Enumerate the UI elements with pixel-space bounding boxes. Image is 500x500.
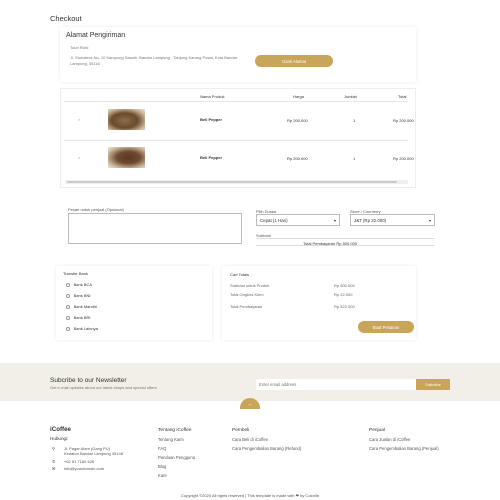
payment-option-bni[interactable]: Bank BNI xyxy=(66,293,91,298)
radio-icon[interactable] xyxy=(66,316,70,320)
subtotal-value: Total Pembayaran Rp 500.000 xyxy=(303,240,358,246)
footer-link[interactable]: Cara Beli di iCoffee xyxy=(232,437,268,442)
payment-option-other[interactable]: Bank Lainnya xyxy=(66,326,98,331)
footer-brand[interactable]: iCoffee xyxy=(50,426,71,433)
map-marker-icon: ⚲ xyxy=(52,446,55,451)
footer-col-title: Tentang iCoffee xyxy=(158,428,192,433)
footer-col-title: Pembeli xyxy=(232,428,250,433)
col-header-price: Harga xyxy=(293,94,304,99)
newsletter-title: Subcribe to our Newsletter xyxy=(50,377,127,384)
table-divider xyxy=(64,140,408,141)
totals-value: Rp 500.000 xyxy=(334,283,355,288)
product-qty[interactable]: 1 xyxy=(353,156,355,161)
product-total: Rp 200.000 xyxy=(393,156,414,161)
copyright-text: Copyright ©2020 All rights reserved | Th… xyxy=(181,493,319,498)
courier-select[interactable]: J&T (Rp 22.000) ▾ xyxy=(350,214,435,226)
newsletter-section: Subcribe to our Newsletter Get e-mail up… xyxy=(0,363,500,401)
address-title: Alamat Pengiriman xyxy=(66,32,126,39)
payment-card: Transfer Bank Bank BCA Bank BNI Bank Man… xyxy=(56,266,212,340)
newsletter-subtitle: Get e-mail updates about our latest shop… xyxy=(50,385,157,390)
payment-title: Transfer Bank xyxy=(63,271,88,276)
payment-option-bri[interactable]: Bank BRI xyxy=(66,315,91,320)
totals-label: Total Ongkos Kirim xyxy=(230,292,264,297)
product-name: Bell Pepper xyxy=(200,117,223,122)
footer-address: Jl. Pagar Alam (Gang PU) Kedaton Bandar … xyxy=(64,446,123,456)
note-textarea[interactable] xyxy=(68,213,242,244)
footer-col-title: Penjual xyxy=(369,428,386,433)
duration-select[interactable]: Cepat (1 Hari) ▾ xyxy=(256,214,340,226)
remove-item-icon[interactable]: × xyxy=(78,117,80,122)
footer-link[interactable]: Karir xyxy=(158,473,167,478)
product-total: Rp 200.000 xyxy=(393,118,414,123)
radio-icon[interactable] xyxy=(66,305,70,309)
scrollbar-thumb[interactable] xyxy=(67,181,397,183)
footer-link[interactable]: Cara Pengembalian Barang (Refund) xyxy=(232,446,301,451)
place-order-button[interactable]: Buat Pesanan xyxy=(358,321,414,333)
col-header-name: Nama Produk xyxy=(200,94,225,99)
footer-link[interactable]: Panduan Pengguna xyxy=(158,455,195,460)
note-label: Pesan untuk penjual (Opsional) xyxy=(68,207,124,212)
phone-icon: ✆ xyxy=(52,459,56,464)
cart-table-card xyxy=(60,88,416,188)
col-header-qty: Jumlah xyxy=(344,94,357,99)
duration-value: Cepat (1 Hari) xyxy=(260,217,288,223)
contact-title: Hubungi: xyxy=(50,436,69,441)
footer-link[interactable]: Tentang Kami xyxy=(158,437,184,442)
table-divider xyxy=(64,101,408,102)
radio-icon[interactable] xyxy=(66,294,70,298)
product-qty[interactable]: 1 xyxy=(353,118,355,123)
product-name: Bell Pepper xyxy=(200,155,223,160)
newsletter-email-input[interactable] xyxy=(256,379,416,390)
product-image xyxy=(108,147,145,168)
footer-link[interactable]: Cara Pengembalian Barang (Penjual) xyxy=(369,446,449,451)
mail-icon: ✉ xyxy=(52,466,56,471)
footer-link[interactable]: Cara Jualan di iCoffee xyxy=(369,437,410,442)
page-title: Checkout xyxy=(50,14,82,23)
footer-link[interactable]: Blog xyxy=(158,464,166,469)
payment-option-bca[interactable]: Bank BCA xyxy=(66,282,92,287)
product-price: Rp 200.000 xyxy=(287,118,308,123)
courier-value: J&T (Rp 22.000) xyxy=(354,217,387,223)
chevron-down-icon: ▾ xyxy=(333,217,336,223)
address-line: Jl. Sumatera No. 10 Kampung Sawah, Banda… xyxy=(70,55,238,66)
radio-icon[interactable] xyxy=(66,283,70,287)
payment-option-mandiri[interactable]: Bank Mandiri xyxy=(66,304,97,309)
address-name: Touri Rizki xyxy=(70,45,89,50)
product-image xyxy=(108,109,145,130)
col-header-total: Total xyxy=(398,94,407,99)
chevron-down-icon: ▾ xyxy=(428,217,431,223)
totals-label: Subtotal untuk Produk xyxy=(230,283,270,288)
totals-value: Rp 522.000 xyxy=(334,304,355,309)
product-price: Rp 200.000 xyxy=(287,156,308,161)
totals-label: Total Pembayaran xyxy=(230,304,263,309)
footer-link[interactable]: FAQ xyxy=(158,446,166,451)
cart-totals-title: Cart Totals xyxy=(230,272,250,277)
radio-icon[interactable] xyxy=(66,327,70,331)
totals-value: Rp 22.000 xyxy=(334,292,353,297)
table-scrollbar[interactable] xyxy=(65,180,408,184)
remove-item-icon[interactable]: × xyxy=(78,155,80,160)
footer-phone[interactable]: +62 81 7160 626 xyxy=(64,459,94,464)
footer-email[interactable]: info@yourdomain.com xyxy=(64,466,104,471)
cart-totals-card: Cart Totals Subtotal untuk Produk Rp 500… xyxy=(222,266,416,340)
subtotal-box: Total Pembayaran Rp 500.000 xyxy=(256,238,435,246)
change-address-button[interactable]: Ganti Alamat xyxy=(255,55,333,67)
address-card: Alamat Pengiriman Touri Rizki Jl. Sumate… xyxy=(60,27,416,82)
chevron-up-icon[interactable]: ︿ xyxy=(248,401,252,407)
subscribe-button[interactable]: Subcribe xyxy=(416,379,450,390)
